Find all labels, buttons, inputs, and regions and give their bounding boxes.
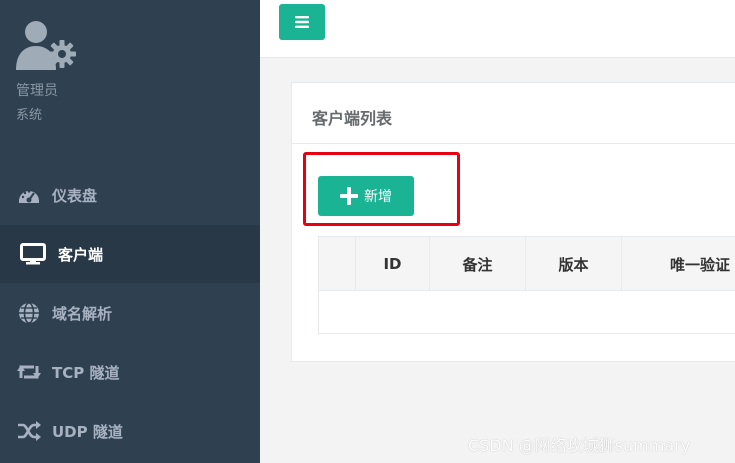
nav-item-dns[interactable]: 域名解析 [0, 284, 260, 342]
nav-label-dashboard: 仪表盘 [52, 186, 98, 205]
nav-item-clients[interactable]: 客户端 [0, 225, 260, 283]
user-profile: 管理员 系统 [0, 0, 260, 150]
top-bar [260, 0, 735, 58]
add-client-button[interactable]: 新增 [318, 176, 414, 216]
table-header-unique-key[interactable]: 唯一验证 [622, 237, 735, 291]
nav-label-dns: 域名解析 [52, 304, 113, 323]
user-role: 系统 [16, 108, 43, 123]
user-name: 管理员 [16, 83, 58, 99]
table-header-id[interactable]: ID [356, 237, 430, 291]
nav-label-udp-tunnel: UDP 隧道 [52, 422, 123, 441]
sidebar: 管理员 系统 仪表盘 客户端 域名解析 TCP 隧道 UDP 隧道 [0, 0, 260, 463]
add-button-label: 新增 [364, 189, 392, 205]
watermark-text: CSDN @网络攻城狮summary [468, 436, 691, 455]
user-gear-icon[interactable] [14, 18, 80, 74]
table-header-version[interactable]: 版本 [526, 237, 622, 291]
monitor-icon [20, 241, 46, 267]
table-header-remark[interactable]: 备注 [430, 237, 526, 291]
dashboard-gauge-icon [16, 182, 42, 208]
table-header-checkbox[interactable] [319, 237, 356, 291]
shuffle-icon [16, 418, 42, 444]
panel-divider [292, 143, 735, 144]
table-header-row: ID 备注 版本 唯一验证 [319, 237, 735, 291]
menu-toggle-button[interactable] [279, 4, 325, 40]
nav-label-clients: 客户端 [58, 245, 104, 264]
plus-icon [340, 187, 358, 205]
globe-icon [16, 300, 42, 326]
nav-item-dashboard[interactable]: 仪表盘 [0, 166, 260, 224]
hamburger-menu-icon [295, 13, 309, 32]
retweet-arrows-icon [16, 359, 42, 385]
nav-item-udp-tunnel[interactable]: UDP 隧道 [0, 402, 260, 460]
panel-title: 客户端列表 [312, 109, 393, 128]
nav-label-tcp-tunnel: TCP 隧道 [52, 363, 120, 382]
client-table: ID 备注 版本 唯一验证 [318, 236, 735, 334]
nav-item-tcp-tunnel[interactable]: TCP 隧道 [0, 343, 260, 401]
